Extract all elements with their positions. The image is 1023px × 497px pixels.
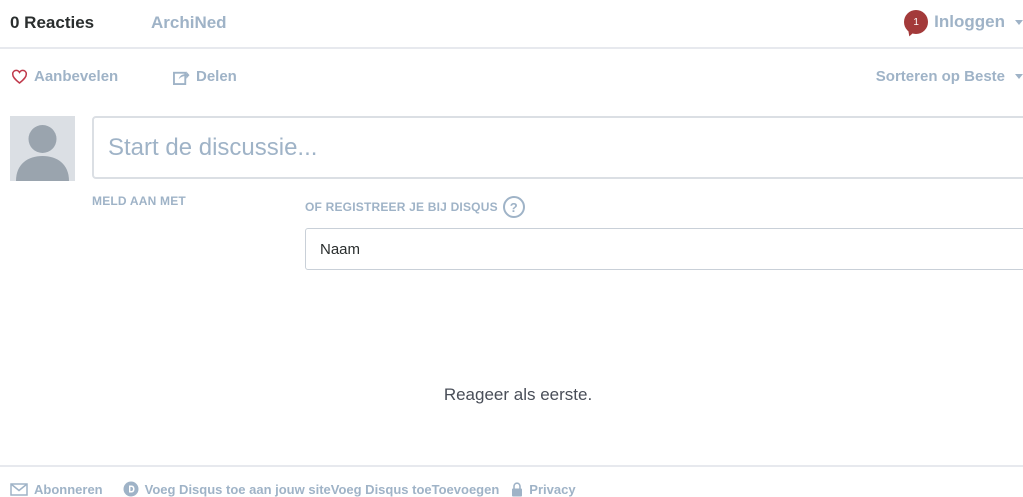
share-button[interactable]: Delen	[173, 68, 237, 85]
footer-divider	[0, 465, 1023, 467]
add-disqus-link[interactable]: Voeg Disqus toe aan jouw siteVoeg Disqus…	[123, 481, 500, 497]
name-field[interactable]	[306, 229, 1023, 269]
share-label: Delen	[196, 68, 237, 85]
subscribe-link[interactable]: Abonneren	[10, 482, 103, 497]
tab-community[interactable]: ArchiNed	[151, 13, 227, 33]
disqus-logo-icon	[123, 481, 139, 497]
recommend-button[interactable]: Aanbevelen	[11, 68, 118, 85]
register-label: OF REGISTREER JE BIJ DISQUS	[305, 200, 498, 214]
chevron-down-icon	[1015, 19, 1023, 25]
tab-comment-count[interactable]: 0 Reacties	[10, 13, 94, 33]
register-heading: OF REGISTREER JE BIJ DISQUS ?	[305, 196, 525, 218]
login-label[interactable]: Inloggen	[934, 12, 1005, 32]
add-disqus-label: Voeg Disqus toe aan jouw siteVoeg Disqus…	[144, 481, 500, 497]
sort-label: Sorteren op Beste	[875, 68, 1005, 85]
subscribe-label: Abonneren	[34, 481, 103, 497]
empty-state-message: Reageer als eerste.	[443, 385, 593, 404]
privacy-link[interactable]: Privacy	[511, 481, 576, 497]
comment-input[interactable]: Start de discussie...	[108, 134, 317, 162]
action-bar: Aanbevelen Delen Sorteren op Beste	[0, 68, 1023, 90]
user-placeholder-icon	[16, 125, 69, 181]
envelope-icon	[10, 482, 28, 496]
heart-icon	[11, 69, 28, 84]
lock-icon	[512, 481, 523, 496]
avatar	[10, 116, 75, 181]
nav-divider	[0, 47, 1023, 49]
social-login-label: MELD AAN MET	[92, 194, 186, 208]
login-menu[interactable]: 1 Inloggen	[904, 10, 1023, 34]
share-icon	[173, 70, 190, 85]
recommend-label: Aanbevelen	[34, 68, 119, 85]
privacy-label: Privacy	[529, 481, 576, 497]
comment-composer[interactable]: Start de discussie...	[92, 116, 1023, 179]
chevron-down-icon	[1015, 74, 1023, 79]
notification-badge[interactable]: 1	[904, 10, 929, 34]
footer: Abonneren Voeg Disqus toe aan jouw siteV…	[10, 481, 576, 497]
name-field-wrapper	[305, 228, 1023, 270]
sort-dropdown[interactable]: Sorteren op Beste	[876, 68, 1023, 85]
top-nav: 0 Reacties ArchiNed 1 Inloggen	[0, 0, 1023, 50]
help-icon[interactable]: ?	[502, 196, 525, 218]
